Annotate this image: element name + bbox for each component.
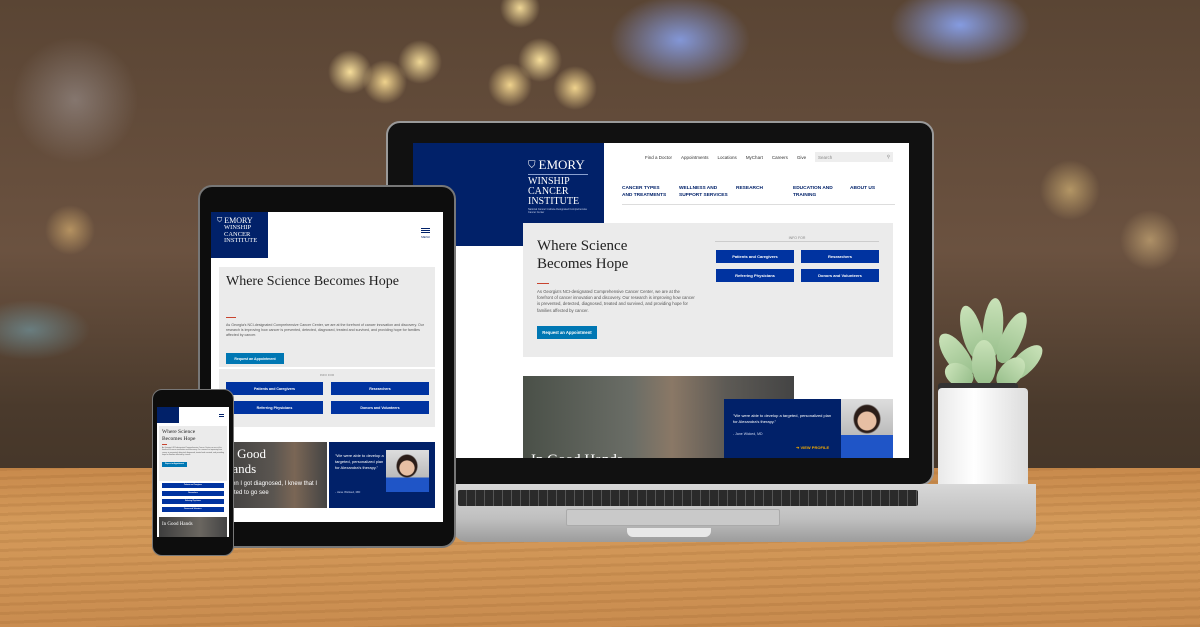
search-placeholder: Search (818, 154, 833, 160)
phone-request-appointment-button[interactable]: Request an Appointment (162, 462, 187, 467)
view-profile-link[interactable]: ➔ VIEW PROFILE (796, 445, 829, 450)
tablet-feature-subtext: When I got diagnosed, I knew that I want… (223, 481, 318, 496)
search-icon[interactable]: ⚲ (887, 154, 890, 160)
tablet-hero-body: As Georgia's NCI-designated Comprehensiv… (226, 323, 424, 338)
tablet-audience-physicians[interactable]: Referring Physicians (226, 401, 323, 414)
utility-link-give[interactable]: Give (797, 155, 806, 160)
hero-accent-rule (537, 283, 549, 284)
tablet-audience-section: INFO FOR Patients and Caregivers Researc… (219, 369, 435, 427)
testimonial-card: "We were able to develop a targeted, per… (724, 399, 893, 458)
tablet-audience-donors[interactable]: Donors and Volunteers (331, 401, 429, 414)
tablet-logo[interactable]: ⛉ EMORY WINSHIP CANCER INSTITUTE (211, 212, 268, 258)
logo-line-3: INSTITUTE (528, 196, 580, 207)
utility-link-find-doctor[interactable]: Find a Doctor (645, 155, 672, 160)
audience-button-patients[interactable]: Patients and Caregivers (716, 250, 794, 263)
phone-hero: Where Science Becomes Hope As Georgia's N… (159, 426, 227, 481)
testimonial-quote: "We were able to develop a targeted, per… (733, 413, 832, 424)
phone-logo[interactable] (157, 407, 179, 423)
tablet-testimonial-attribution: - Jane Wicked, MD (335, 490, 361, 494)
laptop-notch (627, 528, 711, 537)
utility-link-careers[interactable]: Careers (772, 155, 788, 160)
tablet-hero-rule (226, 317, 236, 318)
laptop-trackpad (566, 509, 780, 526)
main-nav-wellness[interactable]: WELLNESS AND SUPPORT SERVICES (679, 185, 736, 205)
search-input[interactable]: Search ⚲ (815, 152, 893, 162)
feature-title: In Good Hands (531, 452, 623, 458)
phone-audience-donors[interactable]: Donors and Volunteers (162, 507, 224, 512)
logo-tagline: National Cancer Institute-Designated Com… (528, 208, 588, 214)
audience-button-donors[interactable]: Donors and Volunteers (801, 269, 879, 282)
phone-audience-researchers[interactable]: Researchers (162, 491, 224, 496)
phone-feature-photo: In Good Hands (159, 517, 227, 537)
phone-feature-title: In Good Hands (162, 522, 193, 527)
laptop-website: ⛉ EMORY WINSHIP CANCER INSTITUTE Nationa… (413, 143, 909, 458)
hero-section: Where Science Becomes Hope As Georgia's N… (523, 223, 893, 357)
tablet-testimonial-card: "We were able to develop a targeted, per… (329, 442, 435, 508)
phone-audience-physicians[interactable]: Referring Physicians (162, 499, 224, 504)
main-nav: CANCER TYPES AND TREATMENTS WELLNESS AND S… (622, 185, 895, 205)
tablet-audience-researchers[interactable]: Researchers (331, 382, 429, 395)
logo[interactable]: ⛉ EMORY WINSHIP CANCER INSTITUTE Nationa… (528, 157, 588, 214)
tablet-hero: Where Science Becomes Hope As Georgia's … (219, 267, 435, 367)
phone-audience-patients[interactable]: Patients and Caregivers (162, 483, 224, 488)
menu-button[interactable]: MENU (421, 228, 430, 239)
tablet-doctor-portrait (386, 450, 429, 492)
tablet-request-appointment-button[interactable]: Request an Appointment (226, 353, 284, 364)
utility-link-locations[interactable]: Locations (718, 155, 737, 160)
utility-link-mychart[interactable]: MyChart (746, 155, 763, 160)
request-appointment-button[interactable]: Request an Appointment (537, 326, 597, 339)
emory-wordmark: EMORY (538, 157, 585, 172)
laptop-keyboard (458, 490, 918, 506)
plant-pot (938, 388, 1028, 496)
tablet-website: ⛉ EMORY WINSHIP CANCER INSTITUTE MENU Whe… (211, 212, 443, 522)
phone-hero-body: As Georgia's NCI-designated Comprehensiv… (162, 447, 224, 457)
main-nav-research[interactable]: RESEARCH (736, 185, 793, 205)
doctor-portrait (841, 399, 893, 458)
emory-shield-icon: ⛉ (528, 159, 536, 171)
main-nav-about[interactable]: ABOUT US (850, 185, 895, 205)
main-nav-cancer-types[interactable]: CANCER TYPES AND TREATMENTS (622, 185, 679, 205)
audience-button-physicians[interactable]: Referring Physicians (716, 269, 794, 282)
tablet-audience-patients[interactable]: Patients and Caregivers (226, 382, 323, 395)
hero-title: Where Science Becomes Hope (537, 238, 629, 272)
phone-hero-title: Where Science Becomes Hope (162, 429, 196, 442)
info-for-label: INFO FOR (715, 236, 879, 242)
phone-hamburger-icon[interactable] (219, 414, 224, 417)
tablet-feature-photo: In Good Hands When I got diagnosed, I kne… (219, 442, 327, 508)
audience-button-researchers[interactable]: Researchers (801, 250, 879, 263)
tablet-testimonial-quote: "We were able to develop a targeted, per… (335, 453, 384, 470)
testimonial-attribution: - Jane Wicked, MD (733, 432, 763, 436)
hero-body: As Georgia's NCI-designated Comprehensiv… (537, 289, 695, 313)
emory-shield-icon: ⛉ (217, 216, 223, 224)
hamburger-icon (421, 228, 430, 233)
utility-link-appointments[interactable]: Appointments (681, 155, 709, 160)
utility-nav: Find a Doctor Appointments Locations MyC… (645, 155, 806, 160)
phone-website: Where Science Becomes Hope As Georgia's N… (157, 407, 229, 537)
tablet-hero-title: Where Science Becomes Hope (226, 274, 399, 289)
main-nav-education[interactable]: EDUCATION AND TRAINING (793, 185, 850, 205)
